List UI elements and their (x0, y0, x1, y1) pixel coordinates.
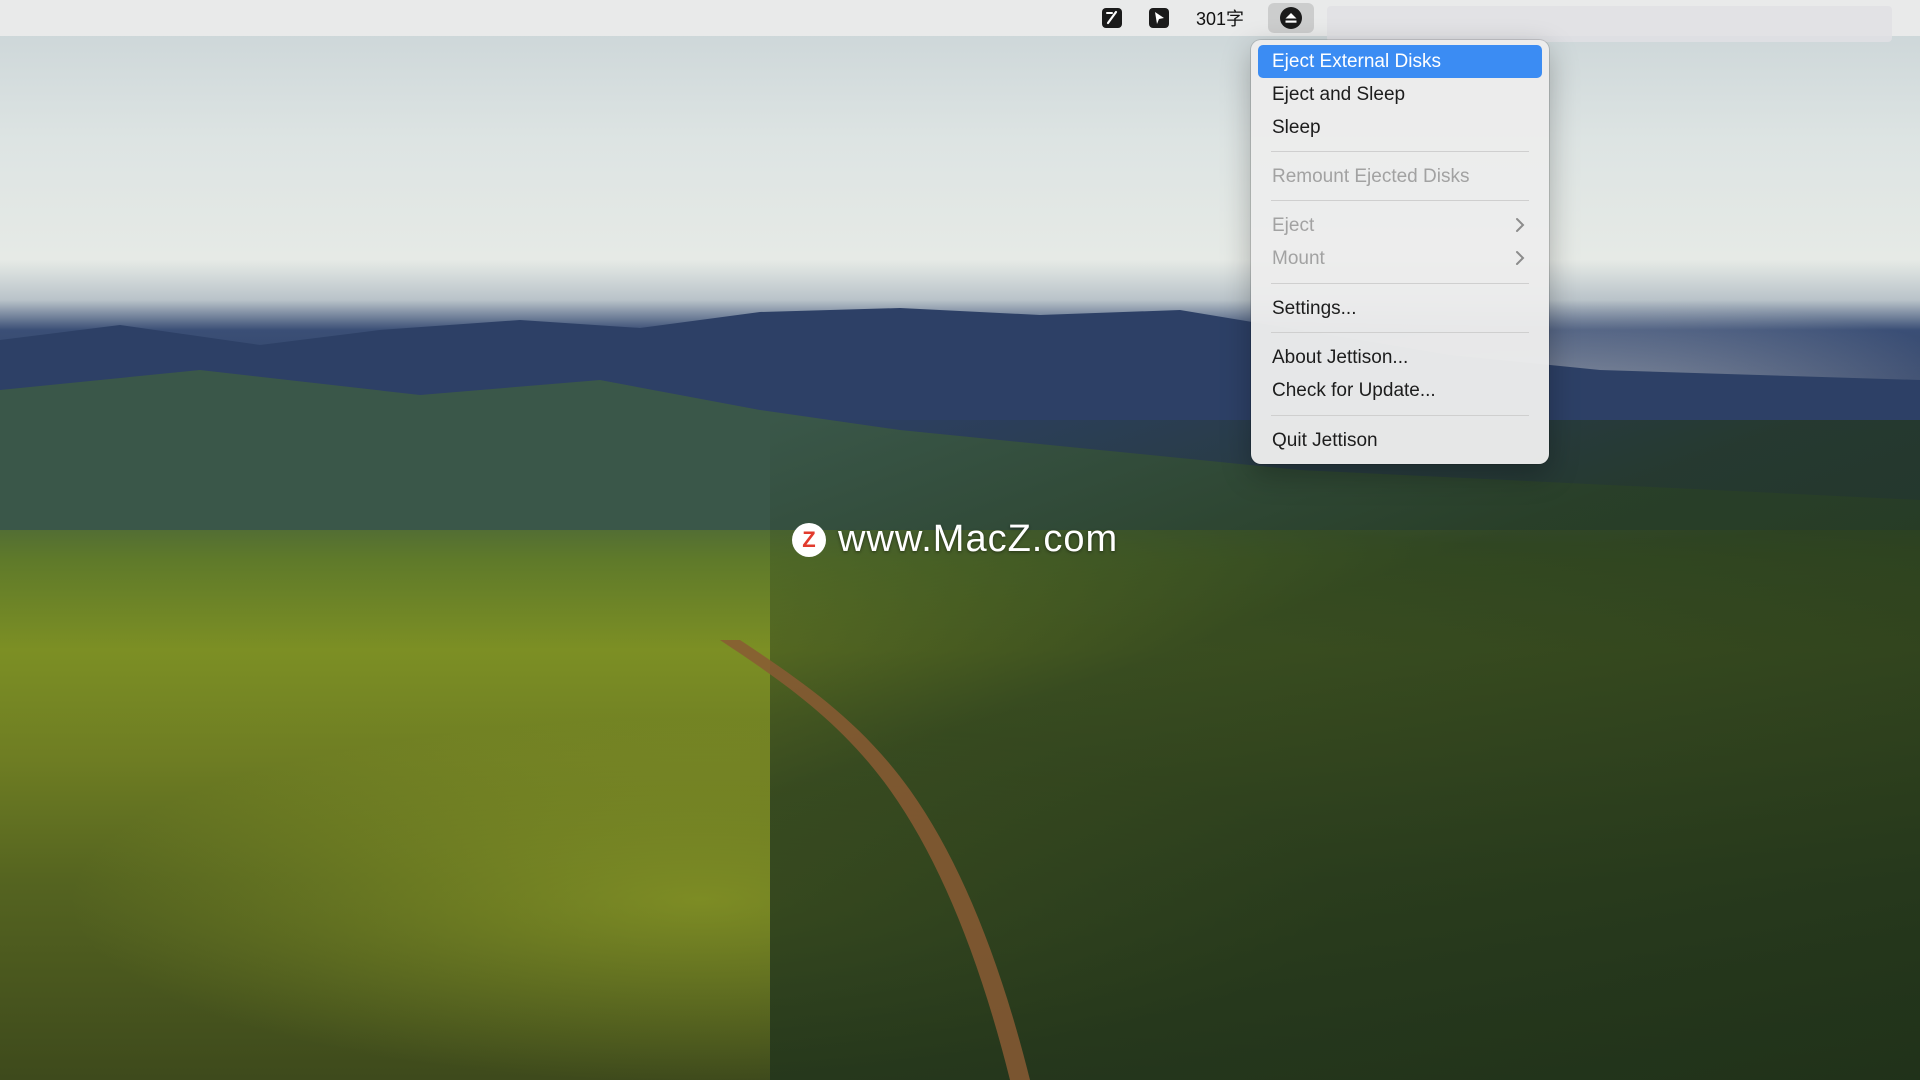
blurred-status-icons (1327, 6, 1892, 42)
menu-item-label: Eject (1272, 214, 1315, 236)
menu-item-label: Sleep (1272, 116, 1321, 138)
menu-item-check-for-update[interactable]: Check for Update... (1258, 374, 1542, 407)
menu-item-eject-external-disks[interactable]: Eject External Disks (1258, 45, 1542, 78)
maczlogo-icon: Z (792, 522, 826, 557)
jettison-menu: Eject External Disks Eject and Sleep Sle… (1251, 40, 1549, 464)
menu-item-sleep[interactable]: Sleep (1258, 111, 1542, 144)
word-count[interactable]: 301字 (1190, 0, 1250, 36)
menu-item-remount-ejected-disks: Remount Ejected Disks (1258, 160, 1542, 193)
menu-separator (1271, 332, 1529, 333)
menu-item-quit-jettison[interactable]: Quit Jettison (1258, 424, 1542, 457)
menu-separator (1271, 283, 1529, 284)
watermark: Z www.MacZ.com (792, 518, 1118, 561)
menu-item-label: About Jettison... (1272, 346, 1409, 368)
menu-item-label: Eject External Disks (1272, 50, 1441, 72)
menu-item-mount-submenu[interactable]: Mount (1258, 242, 1542, 275)
desktop-wallpaper: Z www.MacZ.com (0, 0, 1920, 1080)
menu-separator (1271, 415, 1529, 416)
eject-menu-icon[interactable] (1268, 3, 1314, 33)
menu-separator (1271, 151, 1529, 152)
chevron-right-icon (1516, 218, 1525, 232)
menu-item-eject-and-sleep[interactable]: Eject and Sleep (1258, 78, 1542, 111)
notes-app-icon[interactable] (1099, 0, 1125, 36)
menu-item-label: Check for Update... (1272, 379, 1436, 401)
cursor-app-icon[interactable] (1146, 0, 1172, 36)
menu-item-eject-submenu[interactable]: Eject (1258, 209, 1542, 242)
menu-item-label: Mount (1272, 247, 1325, 269)
menu-item-label: Remount Ejected Disks (1272, 165, 1470, 187)
menu-bar: 301字 (0, 0, 1920, 42)
watermark-text: www.MacZ.com (838, 518, 1119, 560)
dirt-path (720, 640, 1030, 1080)
menu-item-label: Eject and Sleep (1272, 83, 1406, 105)
menu-item-label: Quit Jettison (1272, 429, 1378, 451)
chevron-right-icon (1516, 251, 1525, 265)
menu-item-settings[interactable]: Settings... (1258, 292, 1542, 325)
menu-separator (1271, 200, 1529, 201)
menu-item-label: Settings... (1272, 297, 1357, 319)
menu-item-about-jettison[interactable]: About Jettison... (1258, 341, 1542, 374)
